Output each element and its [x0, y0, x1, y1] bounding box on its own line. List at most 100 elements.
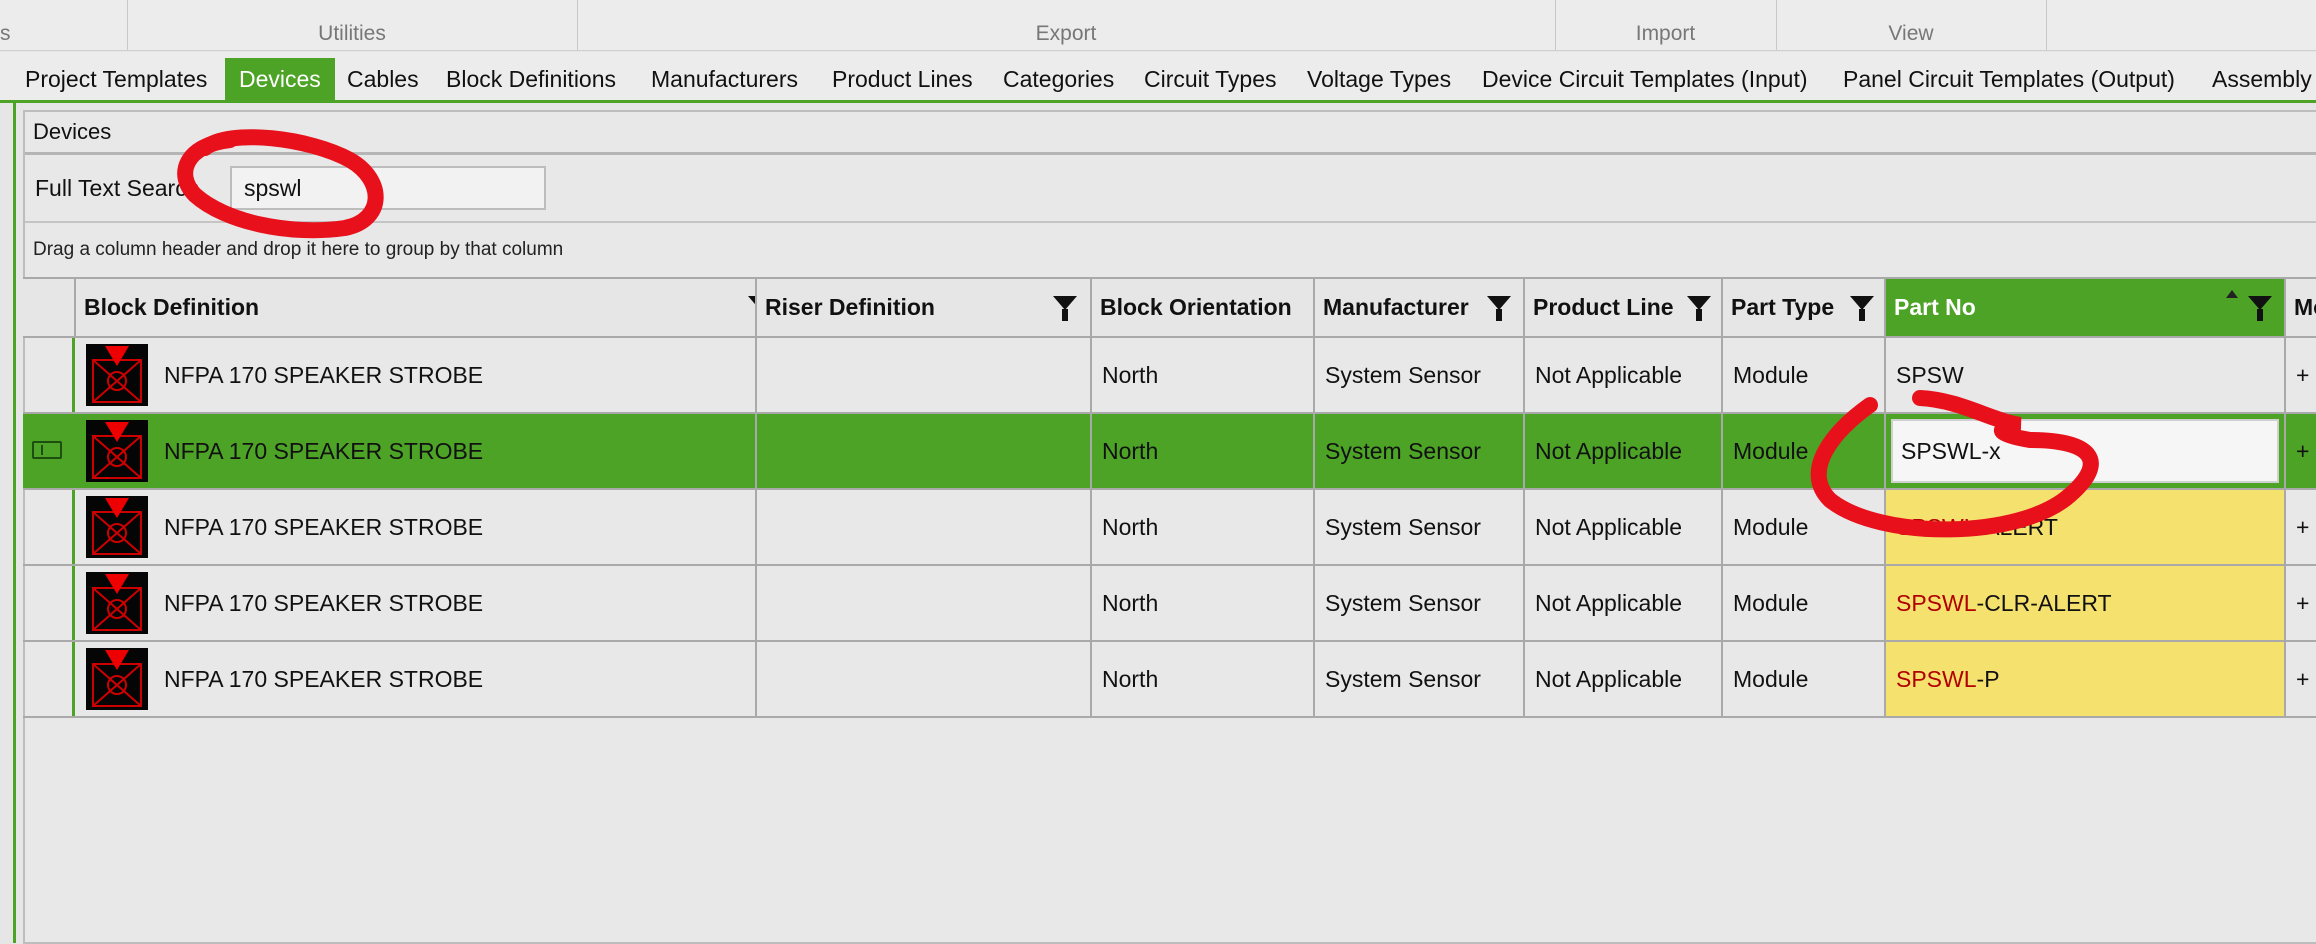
cell-block-orientation[interactable]: North	[1092, 414, 1315, 488]
cell-manufacturer[interactable]: System Sensor	[1315, 642, 1525, 716]
table-row[interactable]: NFPA 170 SPEAKER STROBE North System Senso…	[23, 490, 2316, 566]
row-indicator-header	[23, 279, 76, 336]
tab-assembly[interactable]: Assembly	[2198, 58, 2316, 100]
funnel-icon[interactable]	[2248, 296, 2272, 321]
cell-product-line[interactable]: Not Applicable	[1525, 490, 1723, 564]
cell-manufacturer[interactable]: System Sensor	[1315, 414, 1525, 488]
tab-project-templates[interactable]: Project Templates	[11, 58, 221, 100]
ribbon-group-view: View	[1776, 0, 2047, 50]
cell-part-type[interactable]: Module	[1723, 490, 1886, 564]
cell-block-definition[interactable]: NFPA 170 SPEAKER STROBE	[76, 566, 757, 640]
cell-riser-definition[interactable]	[757, 414, 1092, 488]
cell-part-type[interactable]: Module	[1723, 414, 1886, 488]
part-no-edit-input[interactable]: SPSWL-x	[1891, 419, 2279, 483]
speaker-strobe-icon	[86, 496, 148, 558]
row-indicator[interactable]	[23, 490, 75, 564]
cell-moc[interactable]: +	[2286, 566, 2316, 640]
cell-part-type[interactable]: Module	[1723, 566, 1886, 640]
table-row[interactable]: NFPA 170 SPEAKER STROBE North System Senso…	[23, 338, 2316, 414]
col-header-moc[interactable]: Moc	[2286, 279, 2316, 336]
cell-part-no[interactable]: SPSWL-ALERT	[1886, 490, 2286, 564]
col-header-product-line[interactable]: Product Line	[1525, 279, 1723, 336]
ribbon-group-label: s	[0, 22, 11, 45]
ribbon-group-bar: s Utilities Export Import View	[0, 0, 2316, 51]
cell-moc[interactable]: +	[2286, 414, 2316, 488]
col-header-label: Riser Definition	[765, 294, 935, 320]
cell-product-line[interactable]: Not Applicable	[1525, 338, 1723, 412]
cell-riser-definition[interactable]	[757, 642, 1092, 716]
search-input[interactable]	[230, 166, 546, 210]
cell-riser-definition[interactable]	[757, 490, 1092, 564]
cell-part-type[interactable]: Module	[1723, 338, 1886, 412]
cell-block-definition[interactable]: NFPA 170 SPEAKER STROBE	[76, 490, 757, 564]
tab-panel-circuit-templates[interactable]: Panel Circuit Templates (Output)	[1829, 58, 2189, 100]
ribbon-group-utilities: Utilities	[127, 0, 578, 50]
cell-product-line[interactable]: Not Applicable	[1525, 414, 1723, 488]
col-header-label: Part No	[1894, 294, 1976, 320]
main-tab-bar: Project Templates Devices Cables Block D…	[0, 52, 2316, 103]
ribbon-group-label: Import	[1635, 22, 1696, 45]
cell-block-definition[interactable]: NFPA 170 SPEAKER STROBE	[76, 642, 757, 716]
tab-circuit-types[interactable]: Circuit Types	[1130, 58, 1291, 100]
row-indicator[interactable]	[23, 338, 75, 412]
cell-part-no[interactable]: SPSW	[1886, 338, 2286, 412]
col-header-block-orientation[interactable]: Block Orientation	[1092, 279, 1315, 336]
funnel-icon[interactable]	[1487, 296, 1511, 321]
tab-manufacturers[interactable]: Manufacturers	[637, 58, 812, 100]
tab-devices[interactable]: Devices	[225, 58, 335, 100]
cell-block-orientation[interactable]: North	[1092, 490, 1315, 564]
col-header-part-no[interactable]: Part No	[1886, 279, 2286, 336]
funnel-icon[interactable]	[1687, 296, 1711, 321]
cell-manufacturer[interactable]: System Sensor	[1315, 338, 1525, 412]
funnel-icon[interactable]	[1850, 296, 1874, 321]
search-match-highlight: SPSWL	[1896, 666, 1977, 692]
speaker-strobe-icon	[86, 344, 148, 406]
group-by-hint[interactable]: Drag a column header and drop it here to…	[33, 239, 563, 261]
block-definition-text: NFPA 170 SPEAKER STROBE	[164, 514, 484, 540]
col-header-manufacturer[interactable]: Manufacturer	[1315, 279, 1525, 336]
cell-product-line[interactable]: Not Applicable	[1525, 566, 1723, 640]
cell-part-no[interactable]: SPSWL-P	[1886, 642, 2286, 716]
tab-cables[interactable]: Cables	[333, 58, 433, 100]
tab-product-lines[interactable]: Product Lines	[818, 58, 987, 100]
col-header-label: Manufacturer	[1323, 294, 1469, 320]
table-row[interactable]: NFPA 170 SPEAKER STROBE North System Senso…	[23, 566, 2316, 642]
cell-block-definition[interactable]: NFPA 170 SPEAKER STROBE	[76, 414, 757, 488]
tab-device-circuit-templates[interactable]: Device Circuit Templates (Input)	[1468, 58, 1822, 100]
cell-riser-definition[interactable]	[757, 338, 1092, 412]
col-header-part-type[interactable]: Part Type	[1723, 279, 1886, 336]
cell-product-line[interactable]: Not Applicable	[1525, 642, 1723, 716]
col-header-label: Block Orientation	[1100, 294, 1292, 320]
cell-part-no[interactable]: SPSWL-x	[1886, 414, 2286, 488]
funnel-icon[interactable]	[748, 296, 755, 310]
cell-part-no[interactable]: SPSWL-CLR-ALERT	[1886, 566, 2286, 640]
search-match-highlight: SPSWL	[1896, 514, 1977, 540]
tab-block-definitions[interactable]: Block Definitions	[432, 58, 630, 100]
row-edit-icon	[32, 441, 62, 459]
cell-block-orientation[interactable]: North	[1092, 566, 1315, 640]
cell-moc[interactable]: +	[2286, 490, 2316, 564]
part-no-text: -CLR-ALERT	[1976, 590, 2112, 616]
ribbon-group-export: Export	[577, 0, 1556, 50]
col-header-block-definition[interactable]: Block Definition	[76, 279, 757, 336]
funnel-icon[interactable]	[1053, 296, 1077, 321]
cell-block-definition[interactable]: NFPA 170 SPEAKER STROBE	[76, 338, 757, 412]
part-no-text: -P	[1976, 666, 2000, 692]
cell-block-orientation[interactable]: North	[1092, 338, 1315, 412]
row-indicator[interactable]	[23, 414, 75, 488]
table-row[interactable]: NFPA 170 SPEAKER STROBE North System Senso…	[23, 414, 2316, 490]
cell-part-type[interactable]: Module	[1723, 642, 1886, 716]
table-row[interactable]: NFPA 170 SPEAKER STROBE North System Senso…	[23, 642, 2316, 718]
row-indicator[interactable]	[23, 642, 75, 716]
cell-manufacturer[interactable]: System Sensor	[1315, 566, 1525, 640]
cell-block-orientation[interactable]: North	[1092, 642, 1315, 716]
cell-riser-definition[interactable]	[757, 566, 1092, 640]
tab-categories[interactable]: Categories	[989, 58, 1128, 100]
cell-manufacturer[interactable]: System Sensor	[1315, 490, 1525, 564]
col-header-riser-definition[interactable]: Riser Definition	[757, 279, 1092, 336]
cell-moc[interactable]: +	[2286, 338, 2316, 412]
col-header-label: Block Definition	[84, 294, 260, 320]
tab-voltage-types[interactable]: Voltage Types	[1293, 58, 1465, 100]
row-indicator[interactable]	[23, 566, 75, 640]
cell-moc[interactable]: +	[2286, 642, 2316, 716]
